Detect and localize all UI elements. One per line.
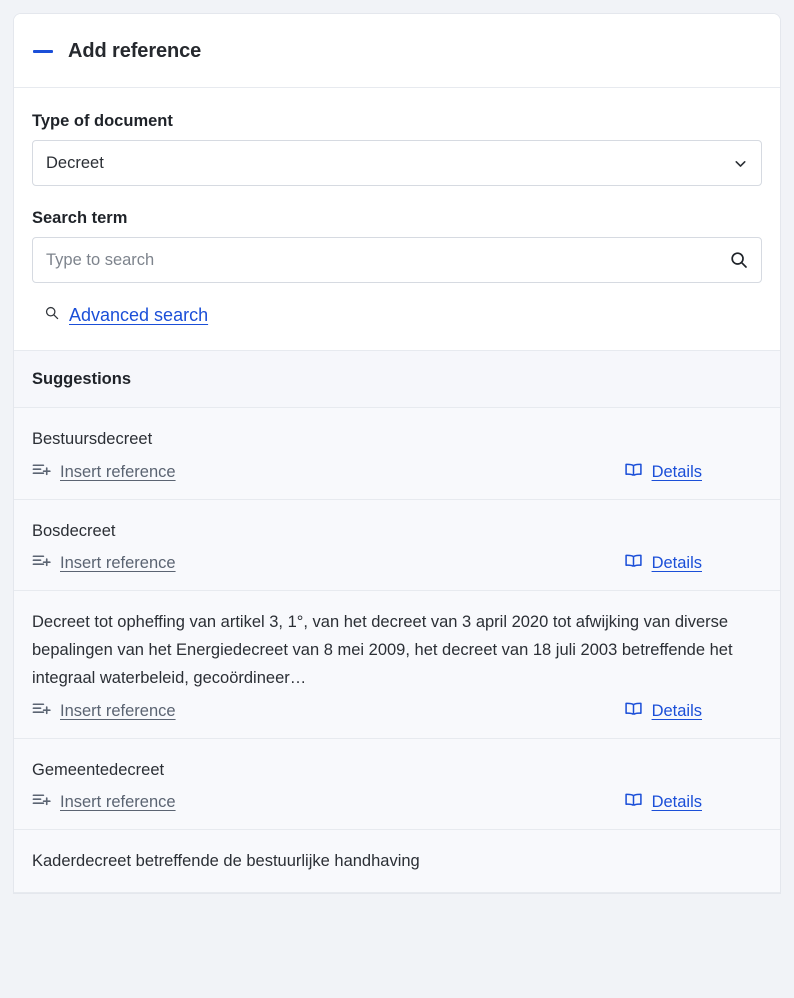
chevron-down-icon[interactable] [732, 141, 749, 185]
search-input-placeholder: Type to search [46, 251, 154, 270]
insert-reference-label: Insert reference [60, 702, 176, 721]
suggestion-title: Decreet tot opheffing van artikel 3, 1°,… [32, 609, 762, 692]
details-label: Details [652, 463, 702, 482]
suggestion-actions: Insert reference Details [32, 462, 762, 483]
suggestion-actions: Insert reference Details [32, 553, 762, 574]
suggestions-list: Bestuursdecreet Insert refe [14, 408, 780, 893]
open-book-icon [624, 462, 643, 483]
suggestion-actions: Insert reference Details [32, 792, 762, 813]
insert-reference-label: Insert reference [60, 793, 176, 812]
list-plus-icon [32, 792, 51, 813]
reference-form: Type of document Decreet Search term Typ… [14, 88, 780, 350]
advanced-search-row[interactable]: Advanced search [44, 305, 762, 326]
search-input-wrapper[interactable]: Type to search [32, 237, 762, 283]
open-book-icon [624, 701, 643, 722]
search-icon[interactable] [729, 238, 749, 282]
suggestion-title: Kaderdecreet betreffende de bestuurlijke… [32, 848, 762, 876]
search-term-label: Search term [32, 209, 762, 228]
page-title: Add reference [68, 40, 201, 63]
list-plus-icon [32, 701, 51, 722]
search-icon [44, 305, 60, 326]
list-item[interactable]: Decreet tot opheffing van artikel 3, 1°,… [14, 591, 780, 738]
list-plus-icon [32, 553, 51, 574]
add-reference-panel: Add reference Type of document Decreet S… [14, 14, 780, 893]
insert-reference-label: Insert reference [60, 554, 176, 573]
suggestion-title: Bosdecreet [32, 518, 762, 546]
suggestions-heading: Suggestions [14, 350, 780, 408]
type-of-document-label: Type of document [32, 112, 762, 131]
list-item[interactable]: Gemeentedecreet Insert refe [14, 739, 780, 831]
insert-reference-button[interactable]: Insert reference [32, 792, 176, 813]
insert-reference-label: Insert reference [60, 463, 176, 482]
insert-reference-button[interactable]: Insert reference [32, 462, 176, 483]
suggestion-title: Gemeentedecreet [32, 757, 762, 785]
insert-reference-button[interactable]: Insert reference [32, 553, 176, 574]
details-label: Details [652, 793, 702, 812]
open-book-icon [624, 553, 643, 574]
minus-icon[interactable] [32, 41, 54, 63]
details-label: Details [652, 702, 702, 721]
suggestion-actions: Insert reference Details [32, 701, 762, 722]
list-plus-icon [32, 462, 51, 483]
details-button[interactable]: Details [624, 792, 702, 813]
list-item[interactable]: Bosdecreet Insert reference [14, 500, 780, 592]
insert-reference-button[interactable]: Insert reference [32, 701, 176, 722]
type-of-document-value: Decreet [46, 154, 104, 173]
list-item[interactable]: Kaderdecreet betreffende de bestuurlijke… [14, 830, 780, 893]
open-book-icon [624, 792, 643, 813]
details-button[interactable]: Details [624, 553, 702, 574]
page-root: Add reference Type of document Decreet S… [0, 0, 794, 998]
panel-header: Add reference [14, 14, 780, 88]
type-of-document-select[interactable]: Decreet [32, 140, 762, 186]
list-item[interactable]: Bestuursdecreet Insert refe [14, 408, 780, 500]
suggestion-title: Bestuursdecreet [32, 426, 762, 454]
details-button[interactable]: Details [624, 701, 702, 722]
details-label: Details [652, 554, 702, 573]
advanced-search-link[interactable]: Advanced search [69, 305, 208, 326]
details-button[interactable]: Details [624, 462, 702, 483]
